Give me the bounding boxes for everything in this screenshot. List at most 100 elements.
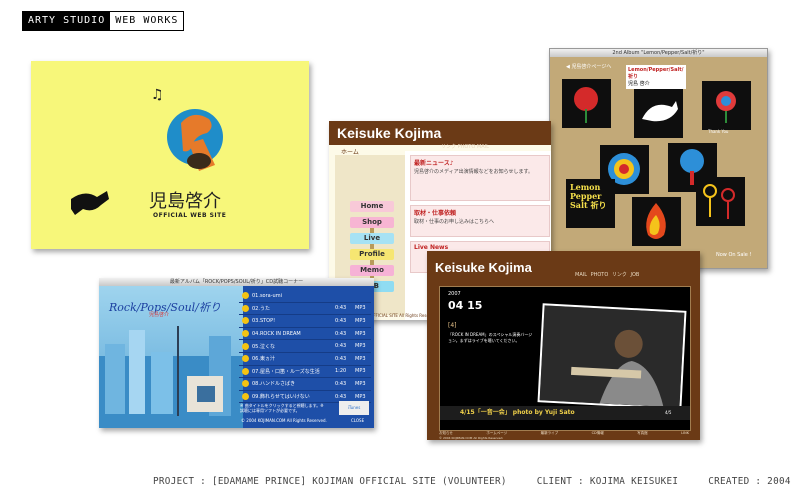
track-row[interactable]: 03.STOP! 0:43 MP3 xyxy=(239,315,371,328)
footer-client: CLIENT : KOJIMA KEISUKEI xyxy=(536,476,679,487)
album-label-artist: 児島 啓介 xyxy=(628,81,650,87)
rose-icon xyxy=(574,87,598,123)
track-time: 1:20 xyxy=(335,368,347,375)
photo-caption: 4/15「一音一会」 photo by Yuji Sato xyxy=(440,406,690,420)
track-title: 05.泣くな xyxy=(252,343,275,350)
track-row[interactable]: 04.ROCK IN DREAM 0:43 MP3 xyxy=(239,328,371,341)
track-title: 01.sora-umi xyxy=(252,292,282,299)
track-title: 07.屋島・口笛・ルーズな生活 xyxy=(252,368,320,375)
thank-you-caption: Thank You xyxy=(708,129,729,134)
site-subtitle: OFFICIAL WEB SITE xyxy=(153,212,227,219)
track-row[interactable]: 07.屋島・口笛・ルーズな生活 1:20 MP3 xyxy=(239,366,371,379)
performer-photo xyxy=(539,305,685,408)
flame-icon xyxy=(646,203,666,239)
nav-sign-home[interactable]: Home xyxy=(350,201,394,212)
close-button[interactable]: CLOSE xyxy=(351,418,364,423)
card-album-page: 2nd Album "Lemon/Pepper/Salt/祈り" ◀ 児島啓介ペ… xyxy=(549,48,768,269)
nav-sign-memo[interactable]: Memo xyxy=(350,265,394,276)
album-label-title: Lemon/Pepper/Salt/祈り xyxy=(628,67,684,80)
artist-name: 児島啓介 xyxy=(149,191,221,212)
track-title: 02.うた xyxy=(252,305,270,312)
flower-artwork[interactable] xyxy=(702,81,751,130)
now-on-sale: Now On Sale ! xyxy=(716,252,752,258)
track-time: 0:43 xyxy=(335,380,347,387)
track-number-icon xyxy=(242,355,249,363)
track-number-icon xyxy=(242,342,249,350)
track-row[interactable]: 08.ハンドルさばき 0:43 MP3 xyxy=(239,378,371,391)
nav-sign-live[interactable]: Live xyxy=(350,233,394,244)
track-format: MP3 xyxy=(355,380,366,387)
track-format: MP3 xyxy=(355,393,366,400)
top-nav[interactable]: MAIL PHOTO リンク JOB xyxy=(575,271,639,278)
back-link[interactable]: ◀ 児島啓介ページへ xyxy=(566,63,611,70)
track-row[interactable]: 02.うた 0:43 MP3 xyxy=(239,303,371,316)
site-header-title: Keisuke Kojima xyxy=(329,121,551,145)
album-label: Lemon/Pepper/Salt/祈り 児島 啓介 xyxy=(626,65,686,89)
track-title: 06.東ヵ汁 xyxy=(252,356,275,363)
track-list: 01.sora-umi 02.うた 0:43 MP3 03.STOP! 0:43 MP3… xyxy=(239,290,371,404)
guitarist-illustration: ♫ xyxy=(71,87,223,215)
track-format: MP3 xyxy=(355,330,366,337)
track-time: 0:43 xyxy=(335,393,347,400)
dove-artwork[interactable] xyxy=(634,89,683,138)
rose-artwork[interactable] xyxy=(562,79,611,128)
keys-icon xyxy=(703,184,735,219)
small-bird-icon xyxy=(71,191,109,215)
bottom-nav-item[interactable]: 写真館 xyxy=(637,431,648,436)
track-time: 0:43 xyxy=(335,343,347,350)
photo-index: [4] xyxy=(448,322,457,329)
news-panel: 最新ニュース♪ 児島啓介のメディア出演情報などをお知らせします。 xyxy=(410,155,550,201)
job-text: 取材・仕事のお申し込みはこちらへ xyxy=(414,219,495,225)
track-format: MP3 xyxy=(355,317,366,324)
card-official-logo: ♫ 児島啓介 OFFICIAL WEB SITE xyxy=(31,61,309,249)
footer-created: CREATED : 2004 xyxy=(708,476,791,487)
track-number-icon xyxy=(242,304,249,312)
track-format: MP3 xyxy=(355,343,366,350)
lemon-pepper-salt-artwork[interactable]: Lemon Pepper Salt 祈り xyxy=(566,179,615,228)
job-title: 取材・仕事依頼 xyxy=(414,210,457,217)
track-row[interactable]: 05.泣くな 0:43 MP3 xyxy=(239,340,371,353)
track-title: 04.ROCK IN DREAM xyxy=(252,330,301,337)
bottom-nav-item[interactable]: CD情報 xyxy=(592,431,604,436)
nav-sign-shop[interactable]: Shop xyxy=(350,217,394,228)
track-format: MP3 xyxy=(355,368,366,375)
track-title: 08.ハンドルさばき xyxy=(252,381,295,388)
studio-logo: ARTY STUDIO WEB WORKS xyxy=(22,11,185,31)
track-format: MP3 xyxy=(355,305,366,312)
live-photo xyxy=(537,303,687,410)
photo-pager[interactable]: 4/5 xyxy=(665,410,671,415)
track-row[interactable]: 01.sora-umi xyxy=(239,290,371,303)
logo-right: WEB WORKS xyxy=(110,12,184,30)
card-photo-page: Keisuke Kojima MAIL PHOTO リンク JOB 2007 0… xyxy=(427,251,700,440)
track-time: 0:43 xyxy=(335,355,347,362)
flower-icon xyxy=(716,91,736,123)
music-note-icon: ♫ xyxy=(151,87,164,103)
track-time: 0:43 xyxy=(335,317,347,324)
flame-artwork[interactable] xyxy=(632,197,681,246)
track-number-icon xyxy=(242,393,249,401)
news-title: 最新ニュース♪ xyxy=(414,160,454,167)
track-row[interactable]: 06.東ヵ汁 0:43 MP3 xyxy=(239,353,371,366)
track-title: 03.STOP! xyxy=(252,317,276,324)
track-time: 0:43 xyxy=(335,330,347,337)
photo-viewer: 2007 04 15 [4] 「ROCK IN DREAM」のスペシャル演奏バー… xyxy=(439,286,691,431)
nav-sign-profile[interactable]: Profile xyxy=(350,249,394,260)
keys-artwork[interactable] xyxy=(696,177,745,226)
card-listening-corner: 最新アルバム「ROCK/POPS/SOUL/祈り」CD試聴コーナー Rock/P… xyxy=(99,278,374,428)
photo-page-title: Keisuke Kojima xyxy=(435,260,532,275)
job-panel: 取材・仕事依頼 取材・仕事のお申し込みはこちらへ xyxy=(410,205,550,237)
project-footer: PROJECT : [EDAMAME PRINCE] KOJIMAN OFFIC… xyxy=(153,476,800,487)
bottom-nav-item[interactable]: 最新ライブ xyxy=(541,431,559,436)
track-number-icon xyxy=(242,367,249,375)
photo-description: 「ROCK IN DREAM」のスペシャル演奏バージョン。まずはライブを聴いてく… xyxy=(448,332,533,343)
guitar xyxy=(187,153,211,169)
track-number-icon xyxy=(242,380,249,388)
top-nav[interactable]: リンク PHOTO MAIL xyxy=(441,143,489,150)
logo-left: ARTY STUDIO xyxy=(23,12,111,30)
photo-copyright: © 2004 KOJIMAN.COM All Rights Reserved. xyxy=(439,436,504,440)
itunes-badge[interactable]: iTunes xyxy=(339,401,369,415)
bottom-nav-item[interactable]: LINK xyxy=(681,431,689,436)
album-artist: 児島啓介 xyxy=(149,312,170,318)
track-number-icon xyxy=(242,317,249,325)
window-titlebar: 2nd Album "Lemon/Pepper/Salt/祈り" xyxy=(550,49,767,57)
